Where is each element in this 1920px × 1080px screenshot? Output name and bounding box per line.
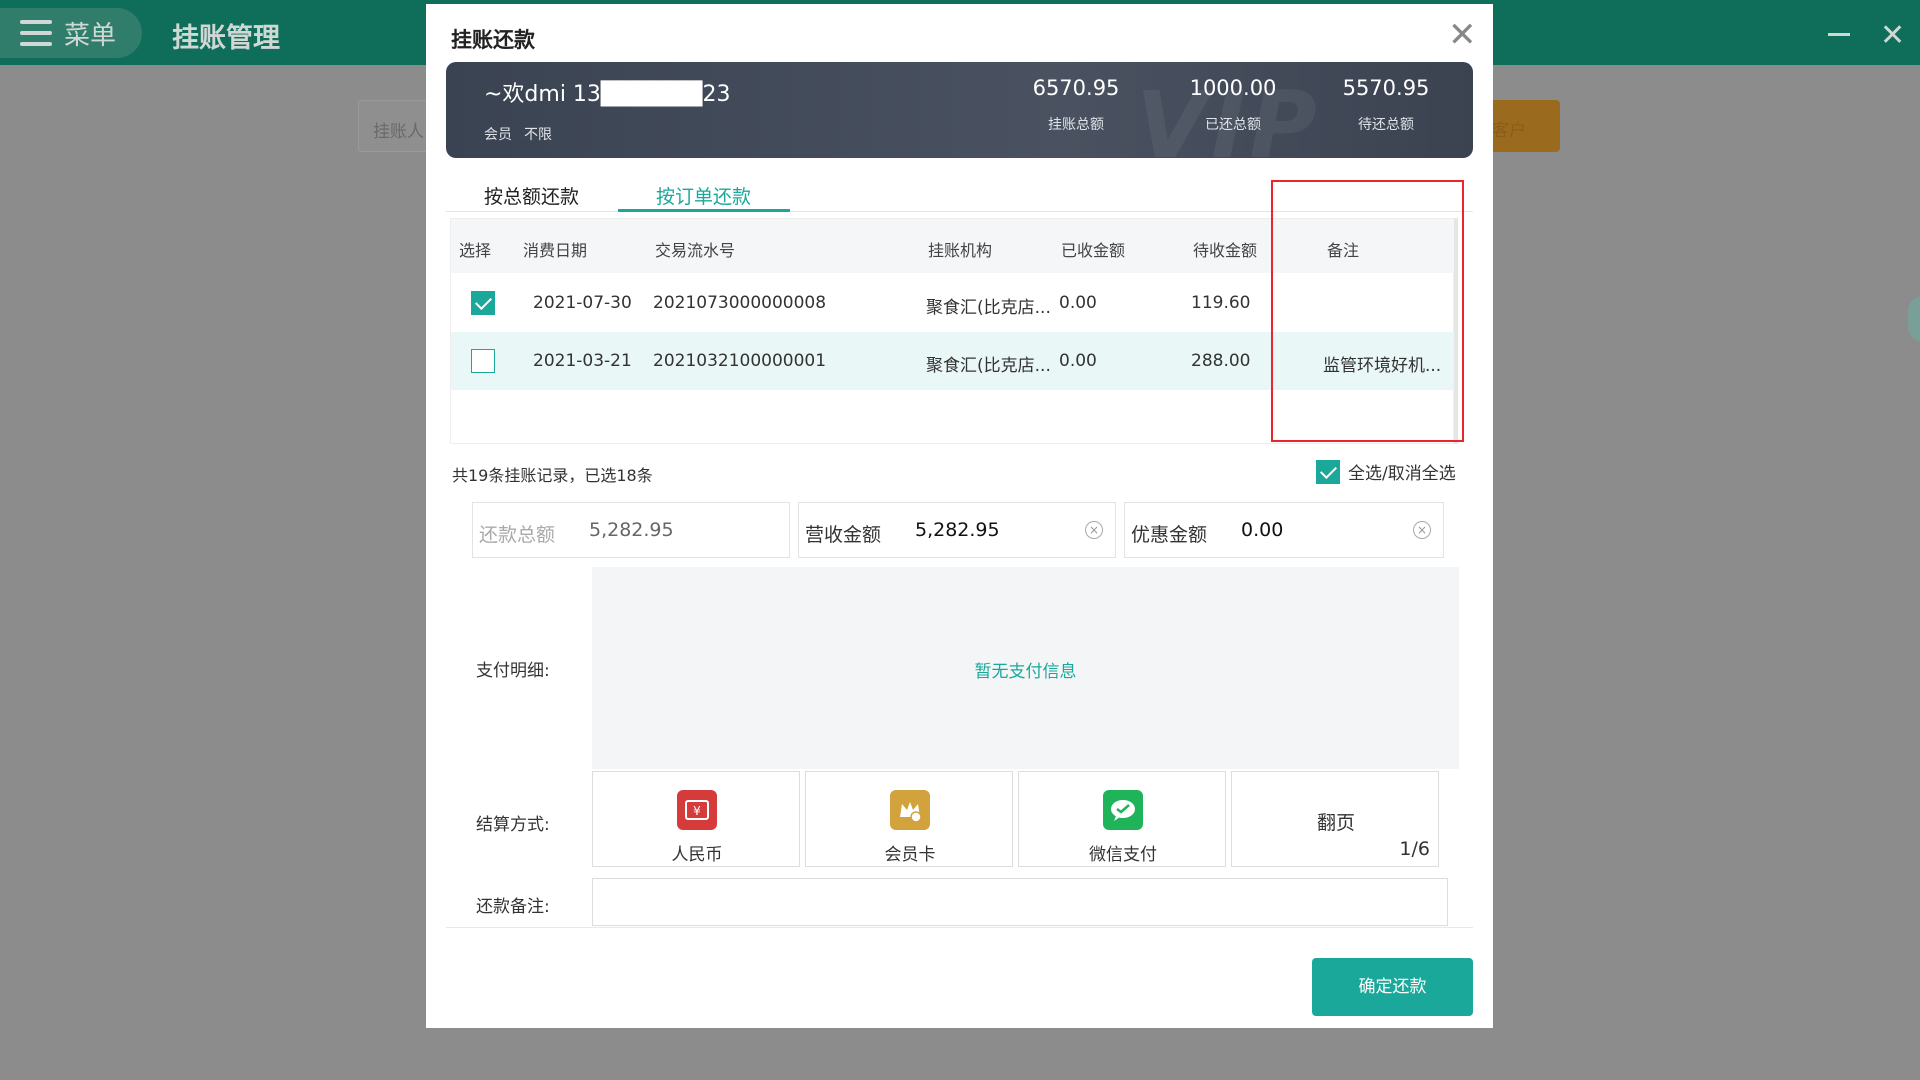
amount-label: 优惠金额 (1131, 524, 1208, 546)
cell-date: 2021-07-30 (533, 293, 632, 313)
flip-label: 翻页 (1316, 812, 1355, 834)
confirm-repay-button[interactable]: 确定还款 (1312, 958, 1473, 1016)
stat-total: 6570.95 挂账总额 (1016, 76, 1136, 134)
method-label: 微信支付 (1089, 845, 1157, 865)
member-name: ~欢dmi 13██████23 (484, 82, 731, 107)
pay-detail-area: 暂无支付信息 (592, 567, 1459, 769)
stat-label: 已还总额 (1205, 117, 1261, 133)
method-member-card-button[interactable]: 会员卡 (805, 771, 1013, 867)
cell-received: 0.00 (1059, 293, 1097, 313)
member-level-value: 不限 (524, 127, 552, 143)
method-label: 会员卡 (884, 845, 936, 865)
active-tab-indicator (618, 209, 790, 212)
col-date: 消费日期 (523, 241, 588, 260)
close-icon[interactable]: ✕ (1448, 18, 1477, 52)
stat-value: 6570.95 (1032, 76, 1120, 100)
amount-label: 营收金额 (805, 524, 882, 546)
stat-label: 挂账总额 (1048, 117, 1104, 133)
divider (446, 927, 1473, 928)
settle-method-label: 结算方式: (476, 815, 550, 835)
select-all-checkbox[interactable] (1316, 459, 1340, 484)
col-select: 选择 (459, 241, 492, 260)
col-serial: 交易流水号 (655, 241, 736, 260)
repayment-modal: 挂账还款 ✕ VIP ~欢dmi 13██████23 会员 不限 6570.95… (426, 4, 1493, 1028)
member-level: 会员 不限 (484, 124, 564, 144)
svg-text:¥: ¥ (693, 804, 701, 818)
cell-serial: 2021073000000008 (653, 293, 827, 313)
method-wechat-button[interactable]: 微信支付 (1018, 771, 1226, 867)
amount-value: 5,282.95 (915, 519, 1000, 541)
discount-amount-field[interactable]: 优惠金额 0.00 × (1124, 502, 1444, 558)
col-pending: 待收金额 (1193, 241, 1258, 260)
records-summary: 共19条挂账记录，已选18条 (452, 466, 653, 485)
select-all-label: 全选/取消全选 (1348, 464, 1456, 484)
tab-by-total[interactable]: 按总额还款 (484, 182, 579, 217)
stat-value: 1000.00 (1189, 76, 1277, 100)
amount-value: 5,282.95 (589, 519, 674, 541)
flip-page-button[interactable]: 翻页 1/6 (1231, 771, 1439, 867)
row-checkbox[interactable] (471, 349, 495, 373)
hamburger-icon (20, 20, 52, 46)
pay-detail-label: 支付明细: (476, 661, 550, 681)
cell-received: 0.00 (1059, 351, 1097, 371)
cell-pending: 288.00 (1191, 351, 1251, 371)
amount-label: 还款总额 (479, 524, 556, 546)
member-card: VIP ~欢dmi 13██████23 会员 不限 6570.95 挂账总额 1… (446, 62, 1473, 158)
stat-pending: 5570.95 待还总额 (1326, 76, 1446, 134)
menu-label: 菜单 (64, 20, 117, 51)
col-received: 已收金额 (1061, 241, 1126, 260)
cell-pending: 119.60 (1191, 293, 1251, 313)
member-card-icon (890, 790, 930, 830)
member-level-label: 会员 (484, 127, 512, 143)
repay-total-field: 还款总额 5,282.95 (472, 502, 790, 558)
stat-repaid: 1000.00 已还总额 (1173, 76, 1293, 134)
modal-title: 挂账还款 (451, 28, 535, 52)
cell-date: 2021-03-21 (533, 351, 632, 371)
col-org: 挂账机构 (928, 241, 993, 260)
side-handle (1908, 296, 1920, 342)
method-rmb-button[interactable]: ¥ 人民币 (592, 771, 800, 867)
clear-icon[interactable]: × (1085, 521, 1103, 539)
app-title: 挂账管理 (172, 23, 280, 54)
cell-serial: 2021032100000001 (653, 351, 827, 371)
amount-value: 0.00 (1241, 519, 1284, 541)
repay-note-input[interactable] (592, 878, 1448, 926)
rmb-icon: ¥ (677, 790, 717, 830)
clear-icon[interactable]: × (1413, 521, 1431, 539)
cell-org: 聚食汇(比克店... (926, 356, 1051, 376)
revenue-amount-field[interactable]: 营收金额 5,282.95 × (798, 502, 1116, 558)
window-close-icon[interactable]: ✕ (1880, 18, 1905, 53)
select-all-toggle[interactable]: 全选/取消全选 (1316, 459, 1456, 484)
repay-note-label: 还款备注: (476, 897, 550, 917)
menu-button[interactable]: 菜单 (0, 8, 142, 58)
minimize-icon[interactable] (1828, 33, 1850, 36)
row-checkbox[interactable] (471, 291, 495, 315)
pay-empty-text: 暂无支付信息 (974, 662, 1077, 682)
flip-page-indicator: 1/6 (1399, 838, 1430, 860)
method-label: 人民币 (671, 845, 723, 865)
highlight-annotation-box (1271, 180, 1464, 442)
wechat-icon (1103, 790, 1143, 830)
stat-value: 5570.95 (1342, 76, 1430, 100)
stat-label: 待还总额 (1358, 117, 1414, 133)
cell-org: 聚食汇(比克店... (926, 298, 1051, 318)
